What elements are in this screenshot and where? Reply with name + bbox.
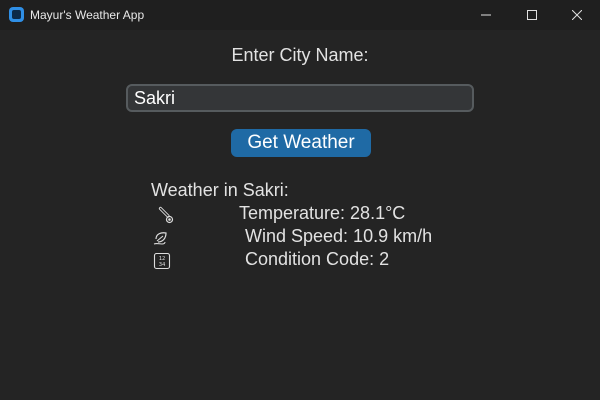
- wind-speed-value: Wind Speed: 10.9 km/h: [245, 226, 433, 246]
- title-bar[interactable]: Mayur's Weather App: [0, 0, 600, 30]
- condition-code-value: Condition Code: 2: [245, 249, 390, 269]
- thermometer-icon: [158, 206, 174, 224]
- temperature-value: Temperature: 28.1°C: [239, 203, 406, 223]
- app-window: Mayur's Weather App Enter City Name: Get…: [0, 0, 600, 400]
- maximize-button[interactable]: [509, 0, 555, 30]
- get-weather-button[interactable]: Get Weather: [231, 129, 371, 157]
- minimize-button[interactable]: [463, 0, 509, 30]
- maximize-icon: [527, 10, 537, 20]
- city-label: Enter City Name:: [231, 45, 369, 65]
- weather-heading: Weather in Sakri:: [151, 180, 289, 200]
- close-button[interactable]: [554, 0, 600, 30]
- city-input[interactable]: [126, 84, 474, 112]
- window-title: Mayur's Weather App: [30, 8, 145, 22]
- close-icon: [572, 10, 582, 20]
- wind-leaf-icon: [153, 232, 167, 245]
- svg-text:34: 34: [159, 262, 166, 268]
- numbers-icon: 12 34: [153, 252, 171, 270]
- minimize-icon: [481, 14, 491, 16]
- app-icon: [9, 7, 24, 22]
